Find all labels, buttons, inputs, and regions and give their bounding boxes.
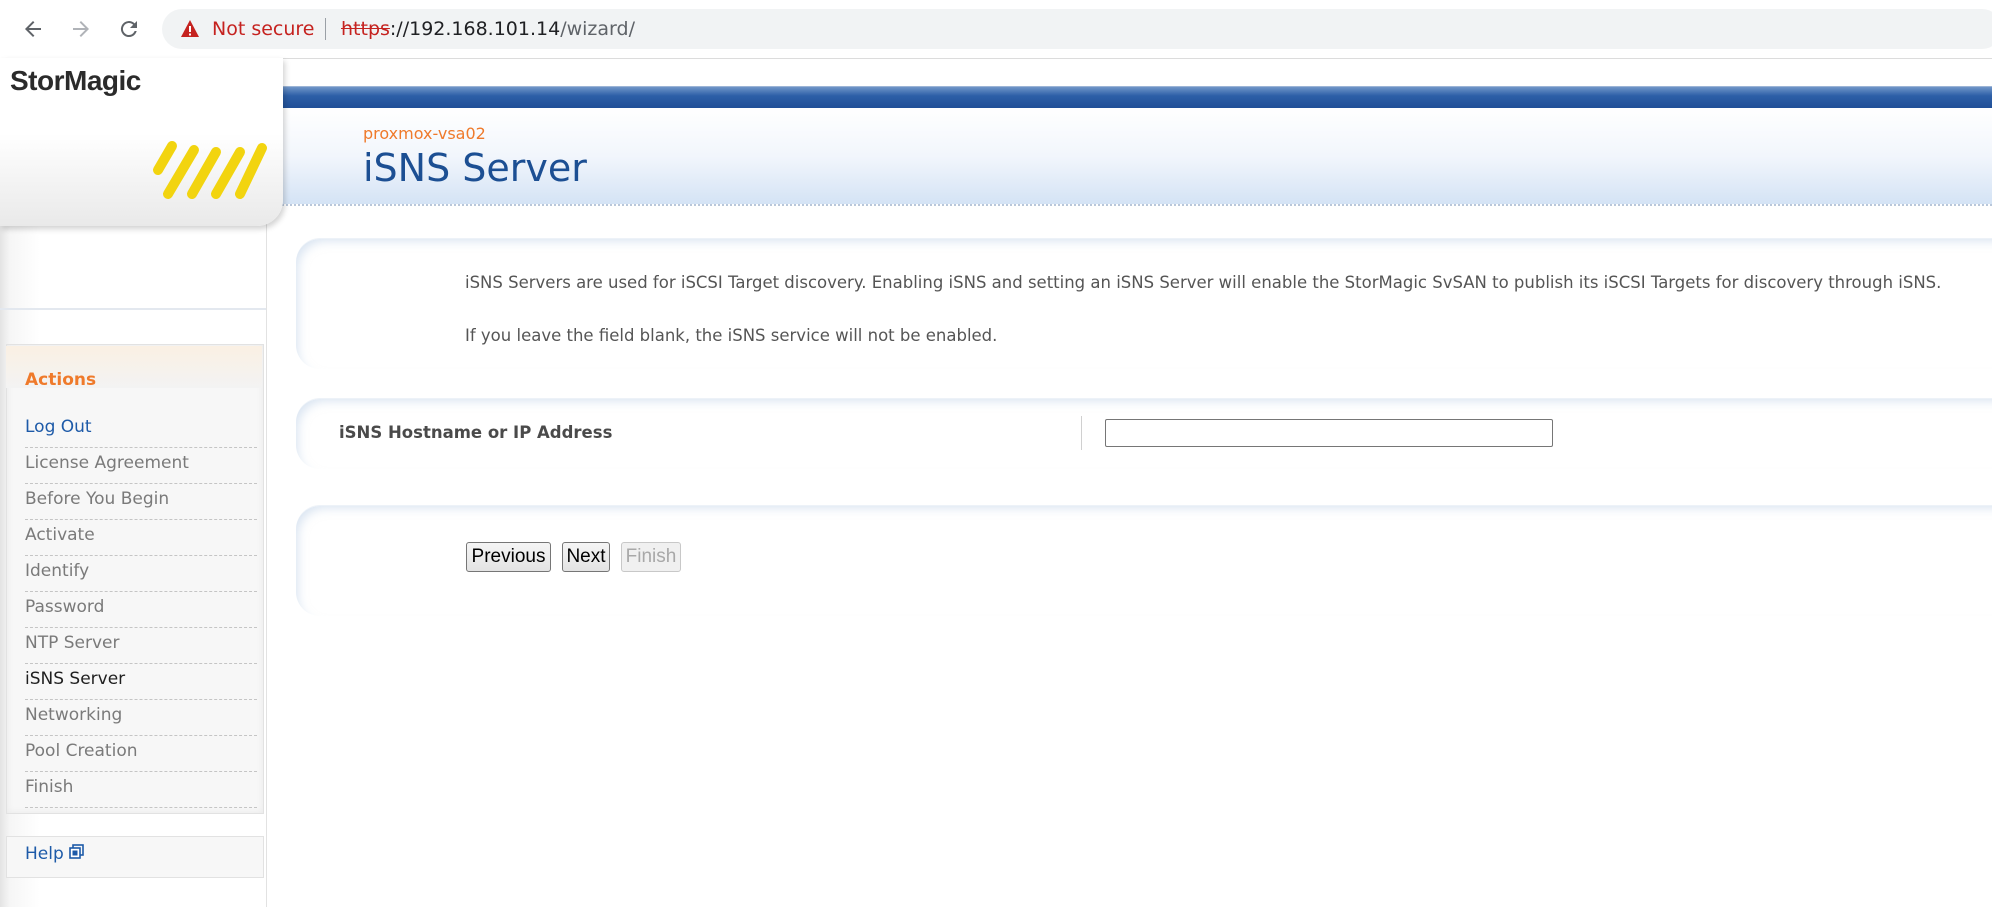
isns-hostname-label: iSNS Hostname or IP Address (339, 423, 613, 442)
logo-panel: StorMagic (0, 58, 283, 226)
url-host: ://192.168.101.14 (389, 18, 561, 40)
description-text-1: iSNS Servers are used for iSCSI Target d… (465, 273, 1942, 292)
forward-arrow-icon[interactable] (64, 12, 98, 46)
sidebar-item-identify[interactable]: Identify (25, 556, 257, 592)
description-text-2: If you leave the field blank, the iSNS s… (465, 326, 998, 345)
header-band (283, 86, 1992, 109)
sidebar-item-password[interactable]: Password (25, 592, 257, 628)
omnibox-divider (325, 18, 326, 40)
sidebar-item-networking[interactable]: Networking (25, 700, 257, 736)
help-link[interactable]: Help (25, 843, 84, 865)
back-arrow-icon[interactable] (16, 12, 50, 46)
reload-icon[interactable] (112, 12, 146, 46)
page-title: iSNS Server (363, 146, 587, 190)
host-name: proxmox-vsa02 (363, 124, 486, 143)
sidebar-item-license-agreement[interactable]: License Agreement (25, 448, 257, 484)
logo-stripes-icon (153, 141, 267, 199)
warning-triangle-icon[interactable] (180, 19, 200, 42)
form-divider (1081, 416, 1082, 450)
sidebar-item-isns-server[interactable]: iSNS Server (25, 664, 257, 700)
finish-button: Finish (621, 542, 681, 572)
previous-button[interactable]: Previous (466, 542, 551, 572)
help-label: Help (25, 844, 64, 864)
actions-title: Actions (25, 370, 97, 390)
external-window-icon (68, 843, 84, 865)
next-button[interactable]: Next (562, 542, 610, 572)
url-text[interactable]: https://192.168.101.14/wizard/ (341, 18, 635, 40)
url-path: /wizard/ (560, 18, 635, 40)
isns-hostname-input[interactable] (1105, 419, 1553, 447)
storm-magic-logo: StorMagic (10, 65, 141, 96)
address-bar[interactable]: Not secure https://192.168.101.14/wizard… (162, 9, 1992, 49)
sidebar-item-log-out[interactable]: Log Out (25, 412, 257, 448)
sidebar-item-before-you-begin[interactable]: Before You Begin (25, 484, 257, 520)
description-panel (296, 238, 1992, 369)
sidebar-divider (0, 308, 266, 310)
sidebar-item-finish[interactable]: Finish (25, 772, 257, 808)
sidebar-item-activate[interactable]: Activate (25, 520, 257, 556)
url-scheme: https (341, 18, 390, 40)
security-status[interactable]: Not secure (212, 18, 315, 40)
sidebar-item-pool-creation[interactable]: Pool Creation (25, 736, 257, 772)
browser-toolbar: Not secure https://192.168.101.14/wizard… (0, 0, 1992, 59)
sidebar-item-ntp-server[interactable]: NTP Server (25, 628, 257, 664)
